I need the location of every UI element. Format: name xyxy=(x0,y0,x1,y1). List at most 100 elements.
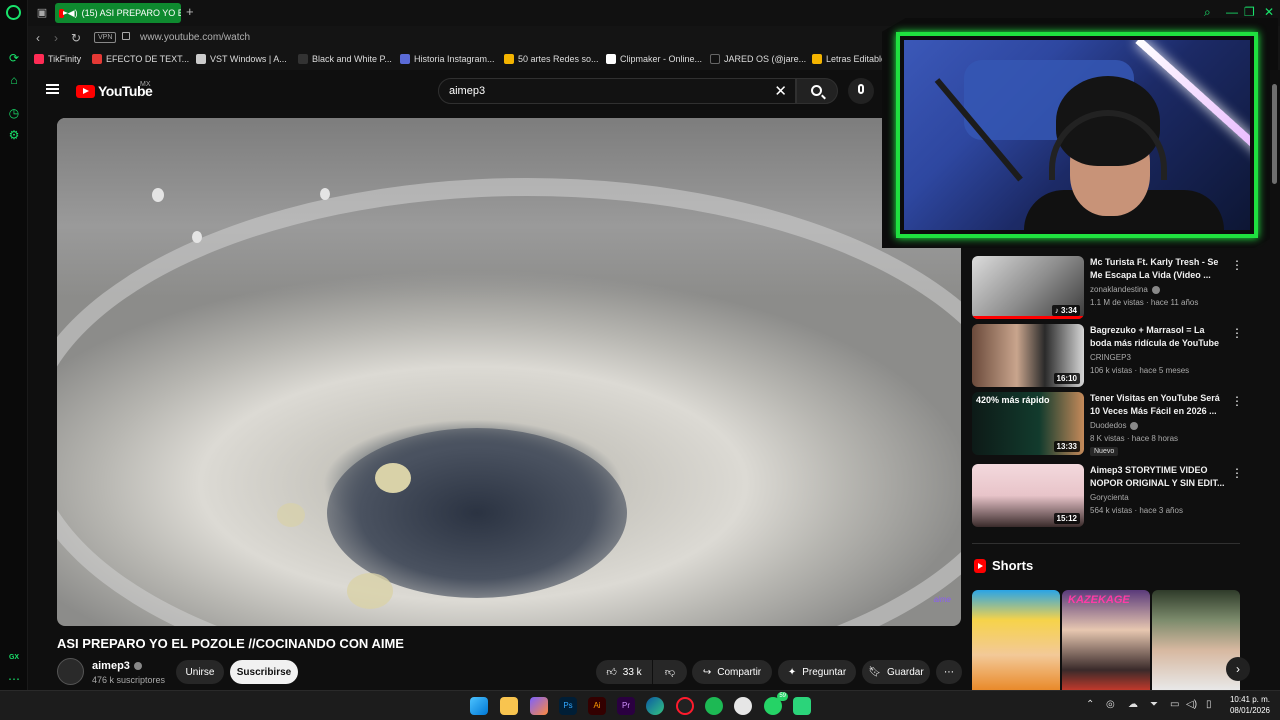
network-icon[interactable]: ▭ xyxy=(1170,699,1179,710)
bookmark-item[interactable]: Black and White P... xyxy=(298,54,392,64)
video-thumbnail[interactable]: 420% más rápido 13:33 xyxy=(972,392,1084,455)
channel-avatar[interactable] xyxy=(57,658,84,685)
gx-corner-icon[interactable]: GX xyxy=(7,651,21,665)
bookmark-item[interactable]: Clipmaker - Online... xyxy=(606,54,702,64)
microphone-tray-icon[interactable]: ⏷ xyxy=(1150,699,1158,710)
short-thumbnail[interactable]: KAZEKAGE xyxy=(1062,590,1150,690)
file-explorer-icon[interactable] xyxy=(500,697,518,715)
more-vertical-icon[interactable]: ⋮ xyxy=(1231,326,1243,340)
more-icon[interactable]: ⋯ xyxy=(7,672,21,686)
section-divider xyxy=(972,543,1240,544)
bookmark-item[interactable]: TikFinity xyxy=(34,54,81,64)
edge-icon[interactable] xyxy=(646,697,664,715)
copilot-icon[interactable] xyxy=(530,697,548,715)
opera-gx-icon[interactable] xyxy=(676,697,694,715)
shorts-next-button[interactable]: › xyxy=(1226,657,1250,681)
video-title[interactable]: Mc Turista Ft. Karly Tresh - Se Me Escap… xyxy=(1090,256,1228,282)
scrollbar-thumb[interactable] xyxy=(1272,84,1277,184)
clock-date: 08/01/2026 xyxy=(1229,706,1270,715)
join-button[interactable]: Unirse xyxy=(176,660,224,684)
search-tabs-icon[interactable]: ⌕ xyxy=(1204,5,1211,20)
video-title[interactable]: Aimep3 STORYTIME VIDEO NOPOR ORIGINAL Y … xyxy=(1090,464,1228,490)
video-title[interactable]: Bagrezuko + Marrasol = La boda más ridíc… xyxy=(1090,324,1228,350)
close-icon[interactable]: ✕ xyxy=(1264,5,1274,19)
video-title[interactable]: Tener Visitas en YouTube Será 10 Veces M… xyxy=(1090,392,1228,418)
hamburger-menu-icon[interactable] xyxy=(46,84,59,94)
bag-icon[interactable]: ⌂ xyxy=(7,73,21,87)
photoshop-icon[interactable]: Ps xyxy=(559,697,577,715)
search-input[interactable]: aimep3 ✕ xyxy=(438,78,796,104)
video-frame-hominy xyxy=(375,463,411,493)
bookmark-item[interactable]: Historia Instagram... xyxy=(400,54,495,64)
forward-icon[interactable]: › xyxy=(54,31,58,45)
bookmark-item[interactable]: VST Windows | A... xyxy=(196,54,287,64)
more-actions-button[interactable]: ⋯ xyxy=(936,660,962,684)
clear-search-icon[interactable]: ✕ xyxy=(774,82,787,100)
settings-icon[interactable]: ⚙ xyxy=(7,128,21,142)
show-hidden-icons-icon[interactable]: ⌃ xyxy=(1086,699,1094,710)
channel-name[interactable]: CRINGEP3 xyxy=(1090,353,1131,362)
voice-search-button[interactable] xyxy=(848,78,874,104)
cloud-icon[interactable]: ☁ xyxy=(1128,699,1138,710)
like-button[interactable]: 👍︎ 33 k xyxy=(596,660,652,684)
app-icon[interactable] xyxy=(793,697,811,715)
dislike-button[interactable]: 👎︎ xyxy=(653,660,687,684)
channel-name[interactable]: Gorycienta xyxy=(1090,493,1129,502)
bookmark-item[interactable]: JARED OS (@jare... xyxy=(710,54,806,64)
ask-button[interactable]: ✦ Preguntar xyxy=(778,660,856,684)
more-vertical-icon[interactable]: ⋮ xyxy=(1231,394,1243,408)
sparkle-icon: ✦ xyxy=(787,666,797,678)
lock-icon[interactable] xyxy=(122,32,130,40)
bookmark-item[interactable]: EFECTO DE TEXT... xyxy=(92,54,189,64)
short-label: KAZEKAGE xyxy=(1068,594,1130,606)
whatsapp-icon[interactable]: 59 xyxy=(764,692,788,715)
new-tab-button[interactable]: + xyxy=(186,4,194,19)
vpn-badge[interactable]: VPN xyxy=(94,32,117,43)
minimize-icon[interactable]: — xyxy=(1226,5,1238,19)
short-thumbnail[interactable] xyxy=(972,590,1060,690)
channel-name[interactable]: Duodedos xyxy=(1090,421,1139,430)
more-vertical-icon[interactable]: ⋮ xyxy=(1231,466,1243,480)
illustrator-icon[interactable]: Ai xyxy=(588,697,606,715)
save-button[interactable]: 🔖︎ Guardar xyxy=(862,660,930,684)
thumbs-up-icon: 👍︎ xyxy=(606,667,617,678)
bookmark-icon xyxy=(606,54,616,64)
maximize-icon[interactable]: ❐ xyxy=(1244,5,1255,19)
video-thumbnail[interactable]: ♪ 3:34 xyxy=(972,256,1084,319)
taskbar-clock[interactable]: 10:41 p. m. 08/01/2026 xyxy=(1222,694,1270,716)
recommendation-item[interactable]: 16:10 Bagrezuko + Marrasol = La boda más… xyxy=(972,324,1243,388)
workspaces-icon[interactable]: ▣ xyxy=(35,6,49,20)
history-icon[interactable]: ◷ xyxy=(7,106,21,120)
video-thumbnail[interactable]: 15:12 xyxy=(972,464,1084,527)
channel-name[interactable]: aimep3 xyxy=(92,660,142,672)
share-button[interactable]: ↪ Compartir xyxy=(692,660,772,684)
speed-dial-icon[interactable]: ⟳ xyxy=(7,51,21,65)
subscribe-button[interactable]: Suscribirse xyxy=(230,660,298,684)
obs-icon[interactable] xyxy=(734,697,752,715)
start-icon[interactable] xyxy=(470,697,488,715)
video-watermark: aime xyxy=(933,595,951,604)
recommendation-item[interactable]: ♪ 3:34 Mc Turista Ft. Karly Tresh - Se M… xyxy=(972,256,1243,320)
video-thumbnail[interactable]: 16:10 xyxy=(972,324,1084,387)
tab-youtube[interactable]: ◀) (15) ASI PREPARO YO EL POZOLE //COCIN… xyxy=(55,3,181,23)
tray-app-icon[interactable]: ◎ xyxy=(1106,699,1115,710)
video-meta: 8 K vistas · hace 8 horas xyxy=(1090,434,1179,443)
speaker-icon[interactable]: ◀) xyxy=(68,8,78,19)
premiere-icon[interactable]: Pr xyxy=(617,697,635,715)
search-button[interactable] xyxy=(796,78,838,104)
reload-icon[interactable]: ↻ xyxy=(71,31,81,45)
battery-icon[interactable]: ▯ xyxy=(1206,699,1212,710)
url-field[interactable]: www.youtube.com/watch xyxy=(140,32,250,43)
opera-gx-logo[interactable] xyxy=(6,5,21,20)
volume-icon[interactable]: ◁) xyxy=(1186,699,1197,710)
recommendation-item[interactable]: 420% más rápido 13:33 Tener Visitas en Y… xyxy=(972,392,1243,456)
spotify-icon[interactable] xyxy=(705,697,723,715)
video-player[interactable]: aime xyxy=(57,118,961,626)
bookmark-icon xyxy=(298,54,308,64)
channel-name[interactable]: zonaklandestina xyxy=(1090,285,1160,294)
search-value: aimep3 xyxy=(449,85,486,97)
more-vertical-icon[interactable]: ⋮ xyxy=(1231,258,1243,272)
back-icon[interactable]: ‹ xyxy=(36,31,40,45)
recommendation-item[interactable]: 15:12 Aimep3 STORYTIME VIDEO NOPOR ORIGI… xyxy=(972,464,1243,528)
bookmark-item[interactable]: 50 artes Redes so... xyxy=(504,54,599,64)
